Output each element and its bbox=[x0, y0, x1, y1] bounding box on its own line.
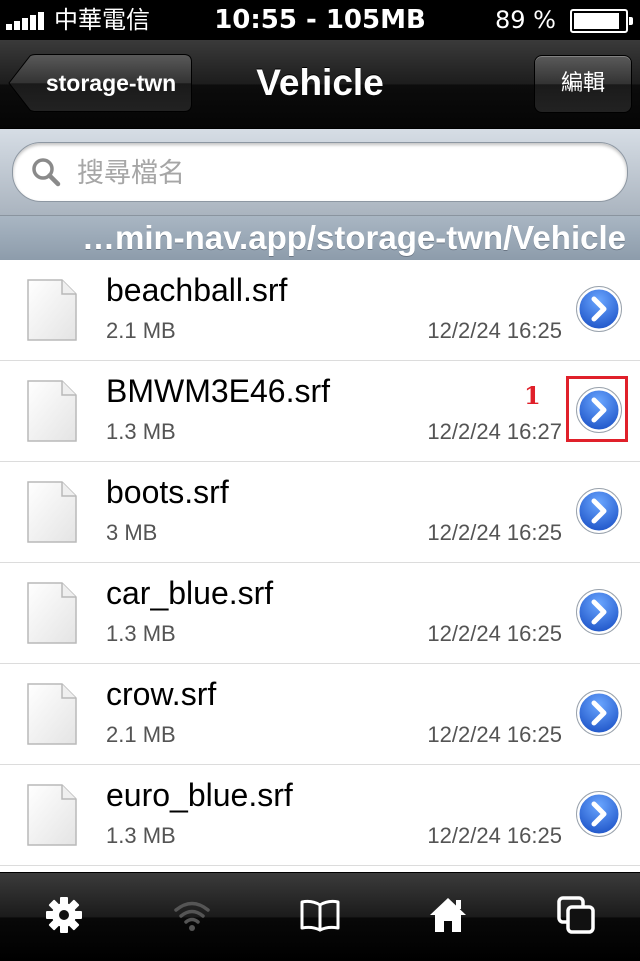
path-header: …min-nav.app/storage-twn/Vehicle bbox=[0, 216, 640, 260]
document-icon bbox=[26, 278, 78, 342]
search-field[interactable] bbox=[12, 142, 628, 203]
file-date: 12/2/24 16:25 bbox=[427, 318, 562, 343]
tab-home[interactable] bbox=[384, 873, 512, 961]
tab-bar bbox=[0, 872, 640, 961]
file-size: 3 MB bbox=[106, 520, 158, 545]
page-title: Vehicle bbox=[256, 62, 384, 103]
book-icon bbox=[300, 899, 340, 932]
home-icon bbox=[430, 898, 466, 932]
file-name: beachball.srf bbox=[106, 272, 288, 308]
list-item[interactable]: crow.srf 2.1 MB 12/2/24 16:25 bbox=[0, 664, 640, 765]
detail-disclosure-icon[interactable] bbox=[576, 387, 622, 433]
file-name: BMWM3E46.srf bbox=[106, 373, 331, 409]
detail-disclosure-icon[interactable] bbox=[576, 488, 622, 534]
file-size: 1.3 MB bbox=[106, 419, 176, 444]
file-name: car_blue.srf bbox=[106, 575, 274, 611]
file-list: beachball.srf 2.1 MB 12/2/24 16:25 BMWM3… bbox=[0, 260, 640, 872]
list-item[interactable]: euro_blue.srf 1.3 MB 12/2/24 16:25 bbox=[0, 765, 640, 866]
windows-icon bbox=[557, 896, 595, 934]
file-size: 2.1 MB bbox=[106, 722, 176, 747]
document-icon bbox=[26, 682, 78, 746]
file-size: 1.3 MB bbox=[106, 621, 176, 646]
back-button-label: storage-twn bbox=[45, 70, 177, 96]
status-bar: 中華電信 10:55 - 105MB 89 % bbox=[0, 0, 640, 40]
navigation-bar: storage-twn Vehicle 編輯 bbox=[0, 40, 640, 129]
file-date: 12/2/24 16:25 bbox=[427, 823, 562, 848]
file-date: 12/2/24 16:25 bbox=[427, 621, 562, 646]
list-item[interactable]: BMWM3E46.srf 1.3 MB 12/2/24 16:27 1 bbox=[0, 361, 640, 462]
file-name: boots.srf bbox=[106, 474, 229, 510]
document-icon bbox=[26, 480, 78, 544]
file-date: 12/2/24 16:27 bbox=[427, 419, 562, 444]
gear-icon bbox=[46, 897, 82, 933]
file-size: 1.3 MB bbox=[106, 823, 176, 848]
search-input[interactable] bbox=[75, 143, 599, 203]
wifi-icon bbox=[174, 901, 210, 931]
annotation-number: 1 bbox=[524, 381, 541, 410]
document-icon bbox=[26, 783, 78, 847]
detail-disclosure-icon[interactable] bbox=[576, 791, 622, 837]
file-size: 2.1 MB bbox=[106, 318, 176, 343]
battery-percent: 89 % bbox=[495, 6, 556, 34]
detail-disclosure-icon[interactable] bbox=[576, 286, 622, 332]
file-date: 12/2/24 16:25 bbox=[427, 520, 562, 545]
tab-windows[interactable] bbox=[512, 873, 640, 961]
detail-disclosure-icon[interactable] bbox=[576, 589, 622, 635]
list-item[interactable]: car_blue.srf 1.3 MB 12/2/24 16:25 bbox=[0, 563, 640, 664]
back-button[interactable]: storage-twn bbox=[8, 54, 192, 112]
search-icon bbox=[32, 158, 61, 187]
list-item[interactable]: beachball.srf 2.1 MB 12/2/24 16:25 bbox=[0, 260, 640, 361]
tab-bookmarks[interactable] bbox=[256, 873, 384, 961]
document-icon bbox=[26, 379, 78, 443]
file-name: euro_blue.srf bbox=[106, 777, 293, 813]
detail-disclosure-icon[interactable] bbox=[576, 690, 622, 736]
list-item[interactable]: boots.srf 3 MB 12/2/24 16:25 bbox=[0, 462, 640, 563]
file-date: 12/2/24 16:25 bbox=[427, 722, 562, 747]
search-bar bbox=[0, 129, 640, 216]
document-icon bbox=[26, 581, 78, 645]
edit-button[interactable]: 編輯 bbox=[534, 55, 632, 113]
battery-icon bbox=[570, 9, 633, 33]
tab-wifi[interactable] bbox=[128, 873, 256, 961]
tab-settings[interactable] bbox=[0, 873, 128, 961]
file-name: crow.srf bbox=[106, 676, 217, 712]
